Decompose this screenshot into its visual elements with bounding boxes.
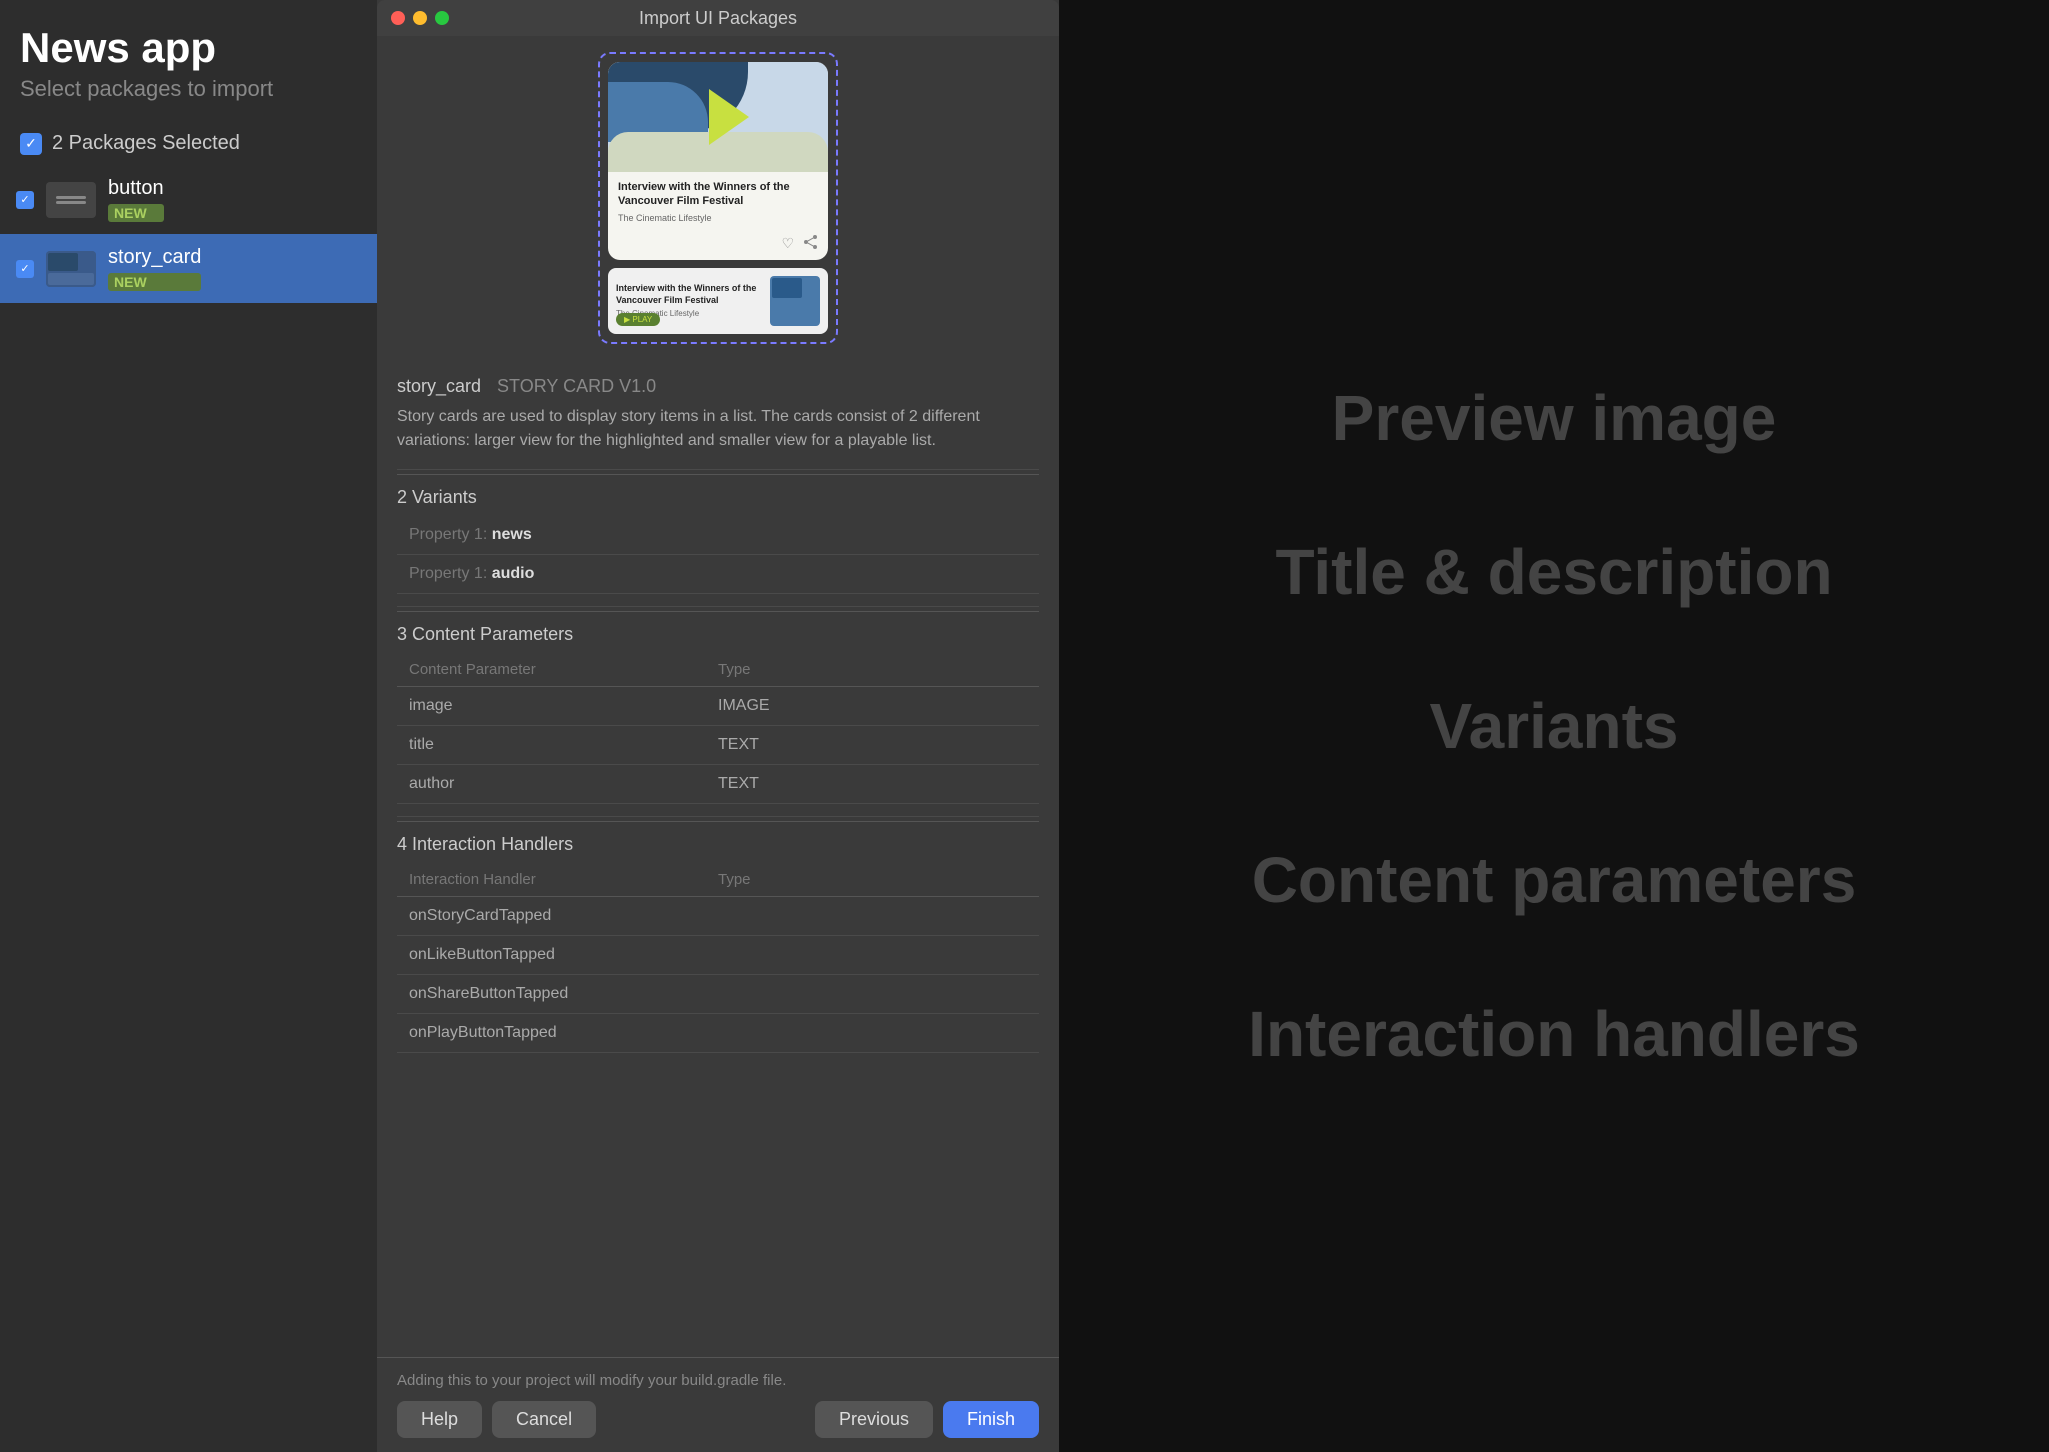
package-badge-button: NEW (108, 204, 164, 222)
package-item-button[interactable]: ✓ button NEW (0, 165, 377, 234)
maximize-button[interactable] (435, 11, 449, 25)
content-param-title: title TEXT (397, 726, 1039, 765)
dialog-footer: Adding this to your project will modify … (377, 1357, 1059, 1452)
dialog-titlebar: Import UI Packages (377, 0, 1059, 36)
footer-right-buttons: Previous Finish (815, 1401, 1039, 1438)
package-info-story-card: story_card NEW (108, 246, 201, 291)
handler-name-1: onStoryCardTapped (409, 907, 718, 925)
previous-button[interactable]: Previous (815, 1401, 933, 1438)
details-section: story_card STORY CARD V1.0 Story cards a… (377, 360, 1059, 1357)
variant-item-news: Property 1: news (397, 516, 1039, 555)
content-param-author-name: author (409, 775, 718, 793)
variant-value-news: news (492, 526, 532, 543)
interaction-col1-header: Interaction Handler (409, 871, 718, 888)
interaction-col2-header: Type (718, 871, 1027, 888)
interaction-handlers-header: 4 Interaction Handlers (397, 821, 1039, 863)
footer-left-buttons: Help Cancel (397, 1401, 596, 1438)
packages-selected: ✓ 2 Packages Selected (0, 122, 377, 165)
share-icon[interactable] (804, 235, 818, 252)
component-version: STORY CARD V1.0 (497, 376, 656, 397)
handler-like-button-tapped: onLikeButtonTapped (397, 936, 1039, 975)
story-card-large: Interview with the Winners of the Vancou… (608, 62, 828, 260)
component-header: story_card STORY CARD V1.0 (397, 376, 1039, 397)
dialog: Import UI Packages Interview with the Wi… (377, 0, 1059, 1452)
right-label-preview: Preview image (1332, 381, 1777, 455)
content-param-author-type: TEXT (718, 775, 1027, 793)
component-description: Story cards are used to display story it… (397, 405, 1039, 453)
right-panel: Preview image Title & description Varian… (1059, 0, 2049, 1452)
heart-icon[interactable]: ♡ (781, 235, 794, 252)
right-label-interaction-handlers: Interaction handlers (1248, 997, 1860, 1071)
content-param-image: image IMAGE (397, 687, 1039, 726)
sidebar-subtitle: Select packages to import (0, 76, 377, 122)
card-text-area: Interview with the Winners of the Vancou… (608, 172, 828, 231)
variant-property-2: Property 1: (409, 565, 492, 582)
small-card-title: Interview with the Winners of the Vancou… (616, 283, 762, 306)
dialog-title: Import UI Packages (639, 8, 797, 29)
package-item-story-card[interactable]: ✓ story_card NEW (0, 234, 377, 303)
right-label-title: Title & description (1275, 535, 1832, 609)
content-param-image-type: IMAGE (718, 697, 1027, 715)
variant-property-1: Property 1: (409, 526, 492, 543)
small-card-image (770, 276, 820, 326)
content-param-title-type: TEXT (718, 736, 1027, 754)
handler-story-card-tapped: onStoryCardTapped (397, 897, 1039, 936)
component-name: story_card (397, 376, 481, 397)
sidebar: News app Select packages to import ✓ 2 P… (0, 0, 377, 1452)
card-large-title: Interview with the Winners of the Vancou… (618, 180, 818, 209)
handler-name-2: onLikeButtonTapped (409, 946, 718, 964)
package-name-story-card: story_card (108, 246, 201, 269)
package-name-button: button (108, 177, 164, 200)
content-param-title-name: title (409, 736, 718, 754)
variant-item-audio: Property 1: audio (397, 555, 1039, 594)
card-container: Interview with the Winners of the Vancou… (598, 52, 838, 344)
content-param-author: author TEXT (397, 765, 1039, 804)
handler-play-button-tapped: onPlayButtonTapped (397, 1014, 1039, 1053)
footer-buttons: Help Cancel Previous Finish (397, 1401, 1039, 1438)
variants-header: 2 Variants (397, 474, 1039, 516)
package-icon-button (46, 182, 96, 218)
packages-selected-label: 2 Packages Selected (52, 132, 240, 155)
preview-area: Interview with the Winners of the Vancou… (377, 36, 1059, 360)
traffic-lights (391, 11, 449, 25)
story-card-small: Interview with the Winners of the Vancou… (608, 268, 828, 334)
finish-button[interactable]: Finish (943, 1401, 1039, 1438)
play-button[interactable]: ▶ PLAY (616, 313, 660, 326)
card-actions: ♡ (608, 231, 828, 260)
card-large-author: The Cinematic Lifestyle (618, 213, 818, 223)
package-info-button: button NEW (108, 177, 164, 222)
minimize-button[interactable] (413, 11, 427, 25)
right-label-variants: Variants (1429, 689, 1678, 763)
checkbox-story-card[interactable]: ✓ (16, 260, 34, 278)
handler-share-button-tapped: onShareButtonTapped (397, 975, 1039, 1014)
handler-name-4: onPlayButtonTapped (409, 1024, 718, 1042)
content-params-table-header: Content Parameter Type (397, 653, 1039, 687)
help-button[interactable]: Help (397, 1401, 482, 1438)
content-params-header: 3 Content Parameters (397, 611, 1039, 653)
right-label-content-params: Content parameters (1252, 843, 1857, 917)
cancel-button[interactable]: Cancel (492, 1401, 596, 1438)
card-image-large (608, 62, 828, 172)
check-icon: ✓ (20, 133, 42, 155)
package-icon-story-card (46, 251, 96, 287)
interaction-table-header: Interaction Handler Type (397, 863, 1039, 897)
sidebar-title: News app (0, 16, 377, 76)
content-param-col2-header: Type (718, 661, 1027, 678)
footer-note: Adding this to your project will modify … (397, 1372, 1039, 1389)
package-badge-story-card: NEW (108, 273, 201, 291)
close-button[interactable] (391, 11, 405, 25)
variant-value-audio: audio (492, 565, 535, 582)
handler-name-3: onShareButtonTapped (409, 985, 718, 1003)
checkbox-button[interactable]: ✓ (16, 191, 34, 209)
content-param-image-name: image (409, 697, 718, 715)
content-param-col1-header: Content Parameter (409, 661, 718, 678)
